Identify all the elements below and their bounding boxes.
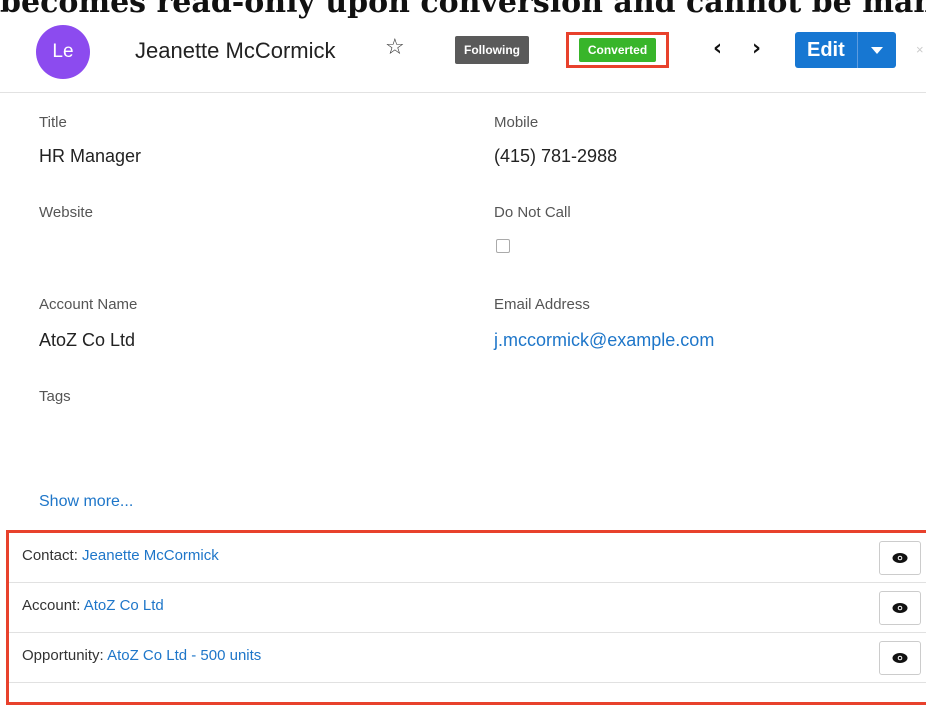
record-header: Le Jeanette McCormick ☆ Following Conver…	[0, 20, 926, 93]
contact-link[interactable]: Jeanette McCormick	[82, 547, 219, 564]
show-more-link[interactable]: Show more...	[39, 493, 133, 511]
eye-icon[interactable]	[879, 541, 921, 575]
related-prefix: Contact:	[22, 547, 78, 564]
mobile-label: Mobile	[494, 114, 539, 131]
related-row-label: Contact: Jeanette McCormick	[22, 547, 219, 564]
edit-dropdown-button[interactable]	[856, 32, 896, 68]
eye-icon[interactable]	[879, 641, 921, 675]
chevron-right-icon[interactable]: ›	[752, 36, 761, 61]
following-button[interactable]: Following	[455, 36, 529, 64]
related-row-label: Account: AtoZ Co Ltd	[22, 597, 164, 614]
account-name-label: Account Name	[39, 296, 138, 313]
opportunity-link[interactable]: AtoZ Co Ltd - 500 units	[107, 647, 261, 664]
related-row-label: Opportunity: AtoZ Co Ltd - 500 units	[22, 647, 261, 664]
chevron-left-icon[interactable]: ‹	[713, 36, 722, 61]
related-records-panel: Contact: Jeanette McCormick Account: Ato…	[6, 530, 926, 705]
related-prefix: Opportunity:	[22, 647, 104, 664]
record-name: Jeanette McCormick	[135, 38, 336, 63]
eye-icon[interactable]	[879, 591, 921, 625]
converted-highlight: Converted	[566, 32, 669, 68]
converted-badge: Converted	[578, 38, 657, 62]
related-row-contact: Contact: Jeanette McCormick	[9, 533, 926, 583]
do-not-call-label: Do Not Call	[494, 204, 571, 221]
tags-label: Tags	[39, 388, 71, 405]
title-label: Title	[39, 114, 67, 131]
edit-button[interactable]: Edit	[795, 32, 857, 68]
account-name-value: AtoZ Co Ltd	[39, 330, 136, 350]
email-link[interactable]: j.mccormick@example.com	[494, 330, 714, 351]
email-label: Email Address	[494, 296, 590, 313]
related-prefix: Account:	[22, 597, 81, 614]
do-not-call-checkbox[interactable]	[496, 239, 510, 253]
title-value: HR Manager	[39, 146, 142, 166]
edit-button-group: Edit	[795, 32, 896, 68]
account-link[interactable]: AtoZ Co Ltd	[84, 597, 164, 614]
close-icon[interactable]: ×	[916, 42, 924, 57]
related-row-account: Account: AtoZ Co Ltd	[9, 583, 926, 633]
mobile-value: (415) 781-2988	[494, 146, 618, 166]
banner-text: becomes read-only upon conversion and ca…	[0, 0, 926, 20]
related-row-opportunity: Opportunity: AtoZ Co Ltd - 500 units	[9, 633, 926, 683]
avatar: Le	[36, 25, 90, 79]
star-outline-icon[interactable]: ☆	[385, 35, 405, 60]
website-label: Website	[39, 204, 93, 221]
caret-down-icon	[870, 46, 883, 54]
